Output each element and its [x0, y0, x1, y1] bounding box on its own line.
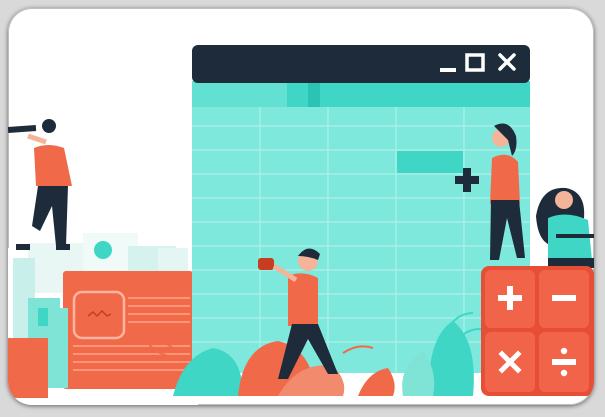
minus-key-icon [552, 295, 576, 301]
minimize-icon[interactable] [440, 68, 456, 72]
illustration-scene [8, 45, 594, 405]
calculator [481, 266, 594, 396]
person-laptop [536, 187, 594, 268]
image-card [8, 8, 594, 405]
window-title-bar [192, 45, 530, 83]
person-telescope [8, 119, 72, 250]
